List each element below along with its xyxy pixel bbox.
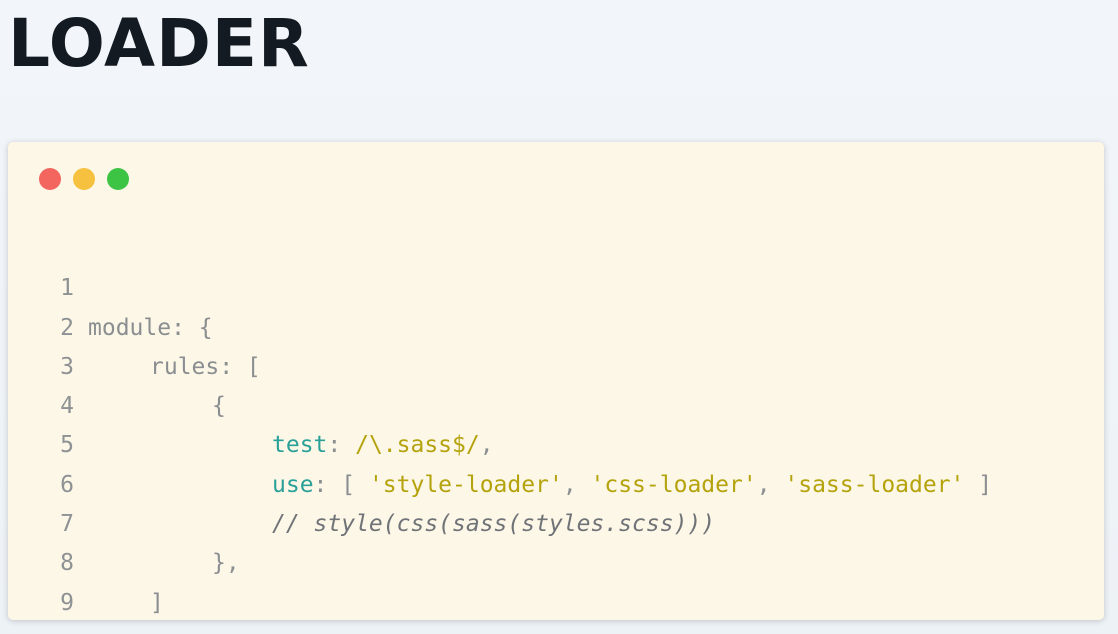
- code-punct: :: [327, 432, 356, 459]
- code-line: 9 }: [8, 544, 119, 616]
- code-string: 'style-loader': [368, 471, 563, 498]
- code-window: 1 module: { 2 rules: [ 3 { 4 test: /\.sa…: [8, 142, 1104, 620]
- slide: LOADER 1 module: { 2 rules: [ 3 {4 test…: [0, 0, 1118, 634]
- code-comment: // style(css(sass(styles.scss))): [272, 511, 716, 538]
- minimize-dot-icon: [73, 168, 95, 190]
- code-line: 3 {: [8, 309, 226, 419]
- maximize-dot-icon: [107, 168, 129, 190]
- code-regex: /\.sass$/: [355, 432, 480, 459]
- code-string: 'sass-loader': [784, 471, 965, 498]
- code-line: 8 ]: [8, 505, 164, 615]
- code-line: 4 test: /\.sass$/,: [8, 348, 493, 458]
- code-punct: : [: [313, 471, 369, 498]
- code-punct: ,: [562, 471, 591, 498]
- close-dot-icon: [39, 168, 61, 190]
- code-line: 1 module: {: [8, 230, 212, 340]
- code-punct: ]: [964, 471, 993, 498]
- code-line: 6 // style(css(sass(styles.scss))): [8, 426, 715, 537]
- code-punct: ,: [756, 471, 785, 498]
- code-line: 2 rules: [: [8, 269, 261, 380]
- code-key: test: [272, 432, 328, 459]
- code-line: 5 use: [ 'style-loader', 'css-loader', '…: [8, 387, 992, 497]
- code-block: 1 module: { 2 rules: [ 3 { 4 test: /\.sa…: [8, 230, 992, 616]
- line-number: 9: [60, 589, 74, 616]
- code-text: use: [ 'style-loader', 'css-loader', 'sa…: [88, 466, 992, 505]
- code-punct: ,: [479, 432, 494, 459]
- code-string: 'css-loader': [590, 471, 757, 498]
- code-line: 7 },: [8, 466, 240, 576]
- slide-title: LOADER: [8, 5, 310, 82]
- window-controls: [39, 168, 129, 190]
- code-text: test: /\.sass$/,: [88, 426, 494, 465]
- code-key: use: [272, 471, 314, 498]
